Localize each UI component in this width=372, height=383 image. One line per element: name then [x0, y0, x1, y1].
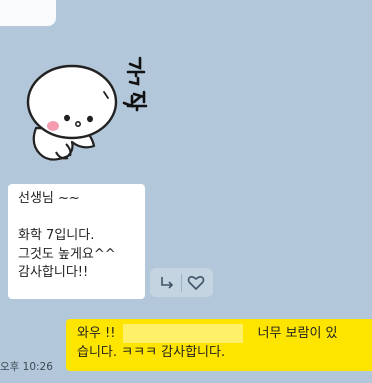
heart-icon [187, 275, 205, 290]
like-button[interactable] [184, 271, 208, 295]
received-message-bubble[interactable]: 선생님 ~~ 화학 7입니다. 그것도 높게요^^ 감사합니다!! [8, 184, 145, 299]
emoticon-sticker[interactable] [22, 40, 162, 170]
previous-message-bubble[interactable] [0, 0, 56, 26]
action-divider [181, 273, 182, 292]
reply-arrow-icon [161, 276, 174, 289]
sent-message-line-2: 습니다. ㅋㅋㅋ 감사합니다. [77, 345, 226, 360]
redacted-text [123, 324, 244, 343]
sent-message-text-start: 와우 !! [77, 326, 116, 341]
sent-message-line-1: 와우 !! 너무 보람이 있 [77, 324, 372, 343]
sent-message-text-end: 너무 보람이 있 [257, 326, 338, 341]
chat-window: 선생님 ~~ 화학 7입니다. 그것도 높게요^^ 감사합니다!! 오후 10:… [0, 0, 372, 383]
sent-message-bubble[interactable]: 와우 !! 너무 보람이 있 습니다. ㅋㅋㅋ 감사합니다. [66, 319, 372, 371]
reply-button[interactable] [155, 271, 179, 295]
message-action-buttons [150, 268, 213, 297]
message-timestamp: 오후 10:26 [0, 361, 53, 373]
surprised-character-sticker-icon [26, 56, 148, 161]
